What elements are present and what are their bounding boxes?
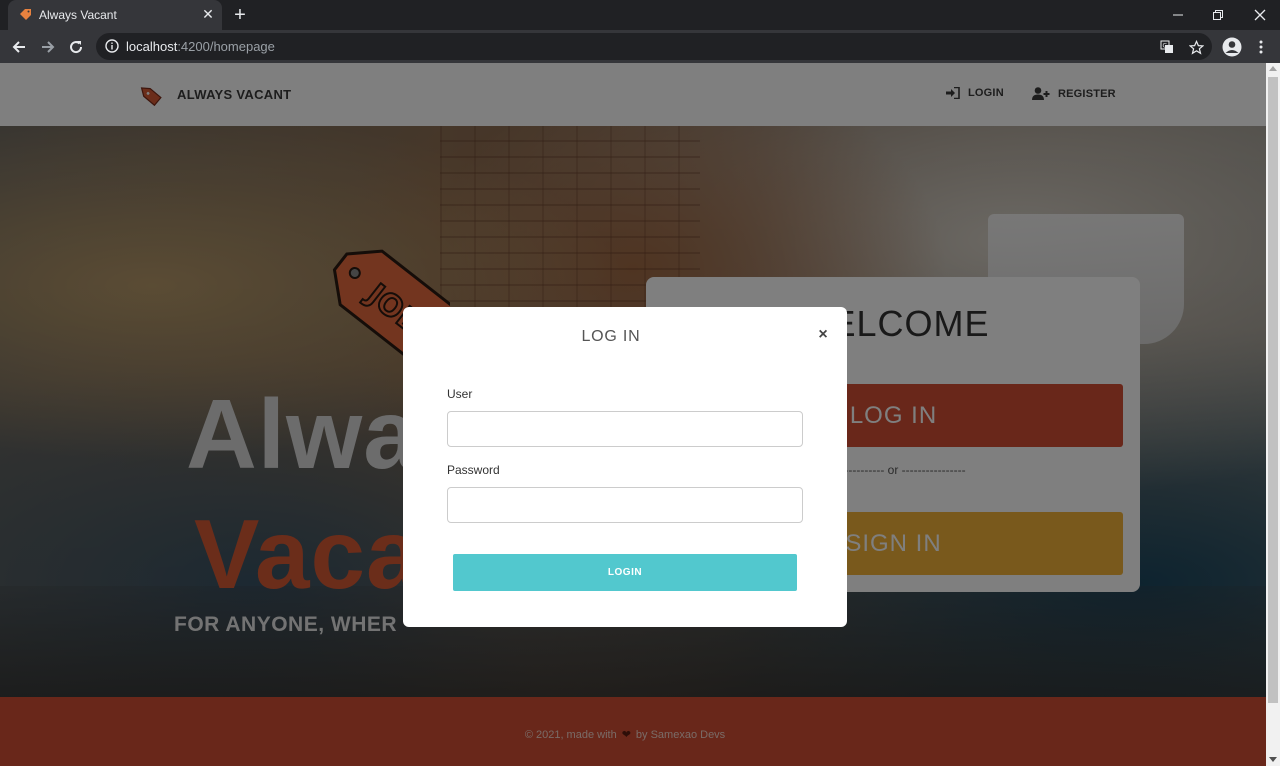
- password-input[interactable]: [447, 487, 803, 523]
- url-path: :4200/homepage: [177, 39, 275, 54]
- url-text: localhost:4200/homepage: [126, 39, 275, 54]
- url-host: localhost: [126, 39, 178, 54]
- menu-icon[interactable]: [1250, 36, 1272, 58]
- user-label: User: [447, 387, 473, 401]
- tag-favicon-icon: [20, 9, 31, 20]
- forward-icon[interactable]: [37, 36, 59, 58]
- scroll-up-arrow[interactable]: [1269, 66, 1277, 71]
- login-modal: LOG IN × User Password LOGIN: [403, 307, 847, 627]
- modal-title: LOG IN: [581, 328, 641, 345]
- browser-toolbar: localhost:4200/homepage G: [0, 30, 1280, 63]
- reload-icon[interactable]: [65, 36, 87, 58]
- login-button[interactable]: LOGIN: [453, 554, 797, 591]
- translate-icon[interactable]: G: [1158, 38, 1176, 56]
- close-tab-icon[interactable]: ✕: [200, 6, 216, 22]
- browser-tab-strip: Always Vacant ✕ +: [0, 0, 1280, 30]
- back-icon[interactable]: [8, 36, 30, 58]
- close-window-icon[interactable]: [1240, 0, 1280, 30]
- scroll-thumb[interactable]: [1268, 77, 1278, 703]
- new-tab-icon[interactable]: +: [231, 5, 249, 25]
- address-bar[interactable]: localhost:4200/homepage G: [96, 33, 1212, 60]
- browser-tab[interactable]: Always Vacant ✕: [8, 0, 222, 30]
- profile-icon[interactable]: [1221, 36, 1243, 58]
- user-input[interactable]: [447, 411, 803, 447]
- minimize-icon[interactable]: [1158, 0, 1198, 30]
- svg-text:G: G: [1163, 43, 1168, 50]
- restore-icon[interactable]: [1198, 0, 1238, 30]
- page-scrollbar[interactable]: [1266, 63, 1280, 766]
- password-label: Password: [447, 463, 500, 477]
- tab-title: Always Vacant: [39, 8, 117, 22]
- scroll-down-arrow[interactable]: [1269, 757, 1277, 762]
- modal-close-button[interactable]: ×: [815, 326, 831, 344]
- star-icon[interactable]: [1187, 38, 1205, 56]
- info-icon[interactable]: [105, 39, 119, 53]
- page-viewport: ALWAYS VACANT LOGIN REGISTER JOB Alwa Va…: [0, 63, 1266, 766]
